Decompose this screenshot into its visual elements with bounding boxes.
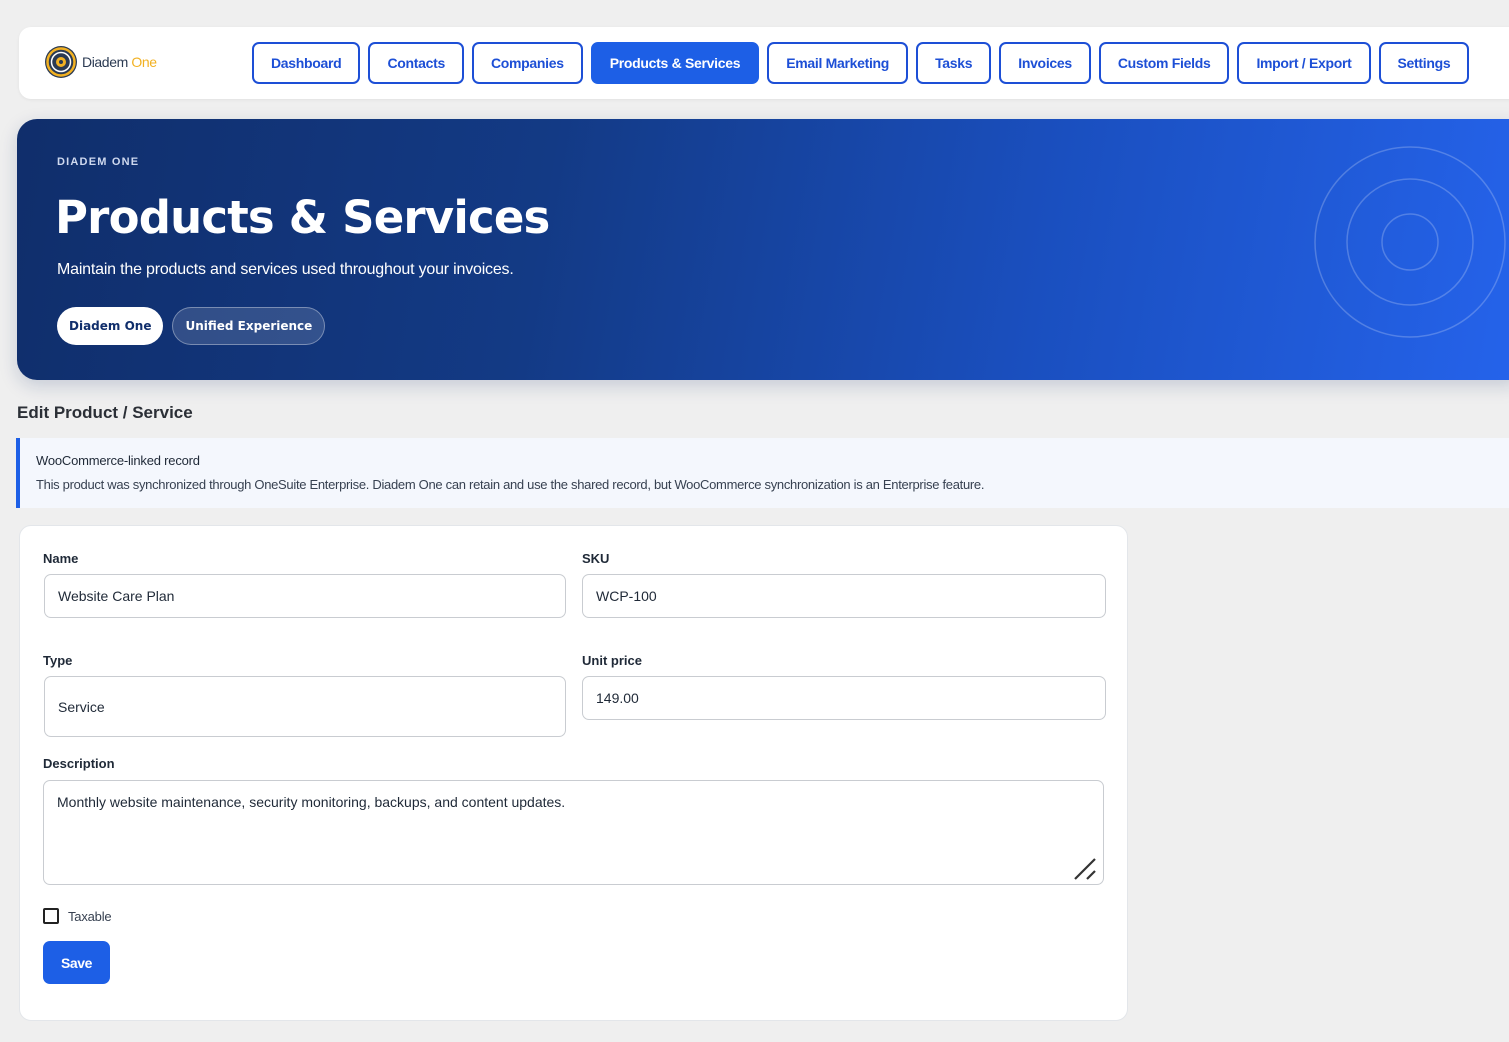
name-label: Name (43, 551, 79, 566)
nav-contacts[interactable]: Contacts (368, 42, 464, 84)
nav-dashboard[interactable]: Dashboard (252, 42, 361, 84)
page-title: Products & Services (55, 191, 550, 244)
type-select[interactable]: Service (44, 676, 566, 737)
top-navigation-bar: Diadem One Dashboard Contacts Companies … (19, 27, 1509, 99)
edit-product-form: Name Website Care Plan SKU WCP-100 Type … (19, 525, 1128, 1021)
resize-handle-icon[interactable] (1073, 857, 1099, 881)
pill-unified-experience: Unified Experience (172, 307, 326, 345)
taxable-label[interactable]: Taxable (68, 909, 112, 924)
nav-import-export[interactable]: Import / Export (1237, 42, 1371, 84)
description-textarea[interactable]: Monthly website maintenance, security mo… (43, 780, 1104, 885)
nav-email-marketing[interactable]: Email Marketing (767, 42, 909, 84)
hero-subtitle: Maintain the products and services used … (57, 261, 514, 278)
nav-products-services[interactable]: Products & Services (590, 42, 760, 84)
taxable-checkbox[interactable] (43, 908, 59, 924)
name-input[interactable]: Website Care Plan (44, 574, 566, 618)
description-text: Monthly website maintenance, security mo… (57, 794, 566, 810)
brand-logo[interactable]: Diadem One (43, 44, 157, 80)
type-label: Type (43, 653, 73, 668)
notice-body: This product was synchronized through On… (36, 477, 985, 492)
brand-name: Diadem One (82, 54, 157, 70)
woocommerce-notice: WooCommerce-linked record This product w… (16, 438, 1509, 508)
hero-banner: DIADEM ONE Products & Services Maintain … (17, 119, 1509, 380)
nav-custom-fields[interactable]: Custom Fields (1098, 42, 1230, 84)
brand-name-accent: One (131, 54, 157, 70)
section-title: Edit Product / Service (17, 403, 193, 422)
hero-kicker: DIADEM ONE (57, 156, 140, 168)
diadem-logo-icon (45, 46, 77, 78)
concentric-rings-icon (1314, 146, 1506, 338)
hero-pills: Diadem One Unified Experience (57, 307, 326, 345)
brand-name-main: Diadem (82, 54, 128, 70)
main-nav: Dashboard Contacts Companies Products & … (252, 42, 1470, 84)
unit-price-label: Unit price (582, 653, 642, 668)
nav-companies[interactable]: Companies (471, 42, 583, 84)
nav-tasks[interactable]: Tasks (916, 42, 992, 84)
notice-title: WooCommerce-linked record (36, 453, 200, 468)
unit-price-input[interactable]: 149.00 (582, 676, 1106, 720)
description-label: Description (43, 756, 115, 771)
sku-label: SKU (582, 551, 610, 566)
taxable-row[interactable]: Taxable (43, 908, 112, 924)
nav-invoices[interactable]: Invoices (999, 42, 1091, 84)
nav-settings[interactable]: Settings (1378, 42, 1470, 84)
pill-diadem-one: Diadem One (57, 307, 164, 345)
save-button[interactable]: Save (43, 941, 110, 984)
sku-input[interactable]: WCP-100 (582, 574, 1106, 618)
